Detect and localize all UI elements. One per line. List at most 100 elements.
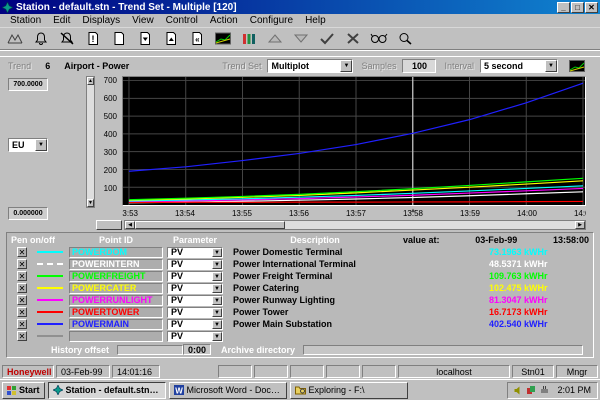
- alarm-button[interactable]: [29, 29, 53, 48]
- trend-number[interactable]: 6: [45, 61, 50, 71]
- trend-plot[interactable]: [122, 76, 586, 206]
- alarm-silence-button[interactable]: [55, 29, 79, 48]
- station-network-button[interactable]: [3, 29, 27, 48]
- alarm-page-button[interactable]: !: [81, 29, 105, 48]
- parameter-select[interactable]: PV▼: [167, 307, 223, 318]
- cards-icon[interactable]: [527, 386, 536, 395]
- pen-onoff-checkbox[interactable]: ✕: [17, 283, 27, 293]
- pen-onoff-checkbox[interactable]: ✕: [17, 271, 27, 281]
- pen-onoff-checkbox[interactable]: ✕: [17, 295, 27, 305]
- pen-onoff-checkbox[interactable]: ✕: [17, 259, 27, 269]
- point-id-field[interactable]: [69, 331, 163, 342]
- parameter-select[interactable]: PV▼: [167, 283, 223, 294]
- parameter-select[interactable]: PV▼: [167, 319, 223, 330]
- group-display-button[interactable]: [237, 29, 261, 48]
- point-id-field[interactable]: POWERRUNLIGHT: [69, 295, 163, 306]
- scroll-corner-button[interactable]: [96, 220, 122, 230]
- samples-label: Samples: [361, 61, 396, 71]
- volume-icon[interactable]: [514, 386, 523, 395]
- chevron-down-icon[interactable]: ▼: [212, 248, 222, 257]
- scrollbar-thumb[interactable]: [135, 221, 285, 229]
- pen-onoff-checkbox[interactable]: ✕: [17, 307, 27, 317]
- page-up-button[interactable]: [159, 29, 183, 48]
- menu-help[interactable]: Help: [299, 14, 332, 27]
- find-button[interactable]: [367, 29, 391, 48]
- trend-type-button[interactable]: [564, 58, 590, 74]
- scroll-right-icon[interactable]: ▶: [575, 221, 585, 229]
- point-id-field[interactable]: POWERINTERN: [69, 259, 163, 270]
- accept-button[interactable]: [315, 29, 339, 48]
- title-bar[interactable]: Station - default.stn - Trend Set - Mult…: [0, 0, 600, 14]
- alarm-page-icon: !: [85, 32, 101, 45]
- menu-station[interactable]: Station: [4, 14, 47, 27]
- scroll-up-icon[interactable]: ▲: [87, 77, 94, 85]
- parameter-select[interactable]: PV▼: [167, 331, 223, 342]
- y-tick-label: 400: [104, 130, 117, 139]
- minimize-button[interactable]: _: [557, 2, 570, 13]
- menu-edit[interactable]: Edit: [47, 14, 76, 27]
- point-id-field[interactable]: POWERCATER: [69, 283, 163, 294]
- pen-onoff-checkbox[interactable]: ✕: [17, 331, 27, 341]
- menu-displays[interactable]: Displays: [76, 14, 126, 27]
- blank-page-button[interactable]: [107, 29, 131, 48]
- scale-min-input[interactable]: 0.000000: [8, 207, 48, 220]
- zoom-button[interactable]: [393, 29, 417, 48]
- chevron-down-icon[interactable]: ▼: [212, 284, 222, 293]
- cursor-marker-icon[interactable]: ▴: [411, 208, 415, 214]
- menu-view[interactable]: View: [126, 14, 160, 27]
- menu-control[interactable]: Control: [160, 14, 204, 27]
- trend-set-select[interactable]: Multiplot ▼: [267, 59, 353, 73]
- history-offset-time[interactable]: 0:00: [183, 344, 211, 355]
- pen-onoff-checkbox[interactable]: ✕: [17, 247, 27, 257]
- point-id-field[interactable]: POWERFREIGHT: [69, 271, 163, 282]
- chevron-down-icon[interactable]: ▼: [212, 296, 222, 305]
- close-button[interactable]: ✕: [585, 2, 598, 13]
- archive-directory-input[interactable]: [303, 345, 583, 355]
- chevron-down-icon[interactable]: ▼: [35, 139, 47, 151]
- vertical-scale-scrollbar[interactable]: ▲ ▼: [86, 76, 95, 208]
- parameter-select[interactable]: PV▼: [167, 271, 223, 282]
- raise-button[interactable]: [263, 29, 287, 48]
- chevron-down-icon[interactable]: ▼: [545, 60, 557, 72]
- menu-action[interactable]: Action: [204, 14, 244, 27]
- point-id-field[interactable]: POWERMAIN: [69, 319, 163, 330]
- chevron-down-icon[interactable]: ▼: [212, 272, 222, 281]
- cancel-button[interactable]: [341, 29, 365, 48]
- history-offset-input[interactable]: [117, 345, 183, 355]
- page-recall-button[interactable]: «: [185, 29, 209, 48]
- maximize-button[interactable]: □: [571, 2, 584, 13]
- samples-input[interactable]: 100: [402, 59, 436, 73]
- status-station: Stn01: [512, 365, 554, 378]
- parameter-select[interactable]: PV▼: [167, 247, 223, 258]
- parameter-select[interactable]: PV▼: [167, 295, 223, 306]
- time-scrollbar[interactable]: ◀ ▶: [124, 220, 586, 230]
- pen-onoff-checkbox[interactable]: ✕: [17, 319, 27, 329]
- taskbar-task[interactable]: WMicrosoft Word - Document1: [169, 382, 287, 399]
- main-toolbar: !«: [0, 28, 600, 50]
- legend-rows: ✕POWERDOMPV▼Power Domestic Terminal73.19…: [11, 246, 589, 342]
- chevron-down-icon[interactable]: ▼: [340, 60, 352, 72]
- lower-button[interactable]: [289, 29, 313, 48]
- page-down-button[interactable]: [133, 29, 157, 48]
- chevron-down-icon[interactable]: ▼: [212, 332, 222, 341]
- chevron-down-icon[interactable]: ▼: [212, 260, 222, 269]
- menu-configure[interactable]: Configure: [244, 14, 299, 27]
- trend-display-button[interactable]: [211, 29, 235, 48]
- start-button[interactable]: Start: [2, 382, 45, 399]
- scale-max-input[interactable]: 700.0000: [8, 78, 48, 91]
- scale-unit-select[interactable]: EU ▼: [8, 138, 48, 152]
- parameter-select[interactable]: PV▼: [167, 259, 223, 270]
- power-icon[interactable]: [540, 386, 549, 395]
- pen-description: Power International Terminal: [227, 259, 489, 269]
- taskbar-task[interactable]: Exploring - F:\: [290, 382, 408, 399]
- history-offset-label: History offset: [51, 345, 109, 355]
- point-id-field[interactable]: POWERDOM: [69, 247, 163, 258]
- scroll-left-icon[interactable]: ◀: [125, 221, 135, 229]
- taskbar-task[interactable]: Station - default.stn -...: [48, 382, 166, 399]
- chevron-down-icon[interactable]: ▼: [212, 308, 222, 317]
- point-id-field[interactable]: POWERTOWER: [69, 307, 163, 318]
- x-tick-label: 14:01: [574, 209, 586, 218]
- scroll-down-icon[interactable]: ▼: [87, 199, 94, 207]
- chevron-down-icon[interactable]: ▼: [212, 320, 222, 329]
- interval-select[interactable]: 5 second ▼: [480, 59, 558, 73]
